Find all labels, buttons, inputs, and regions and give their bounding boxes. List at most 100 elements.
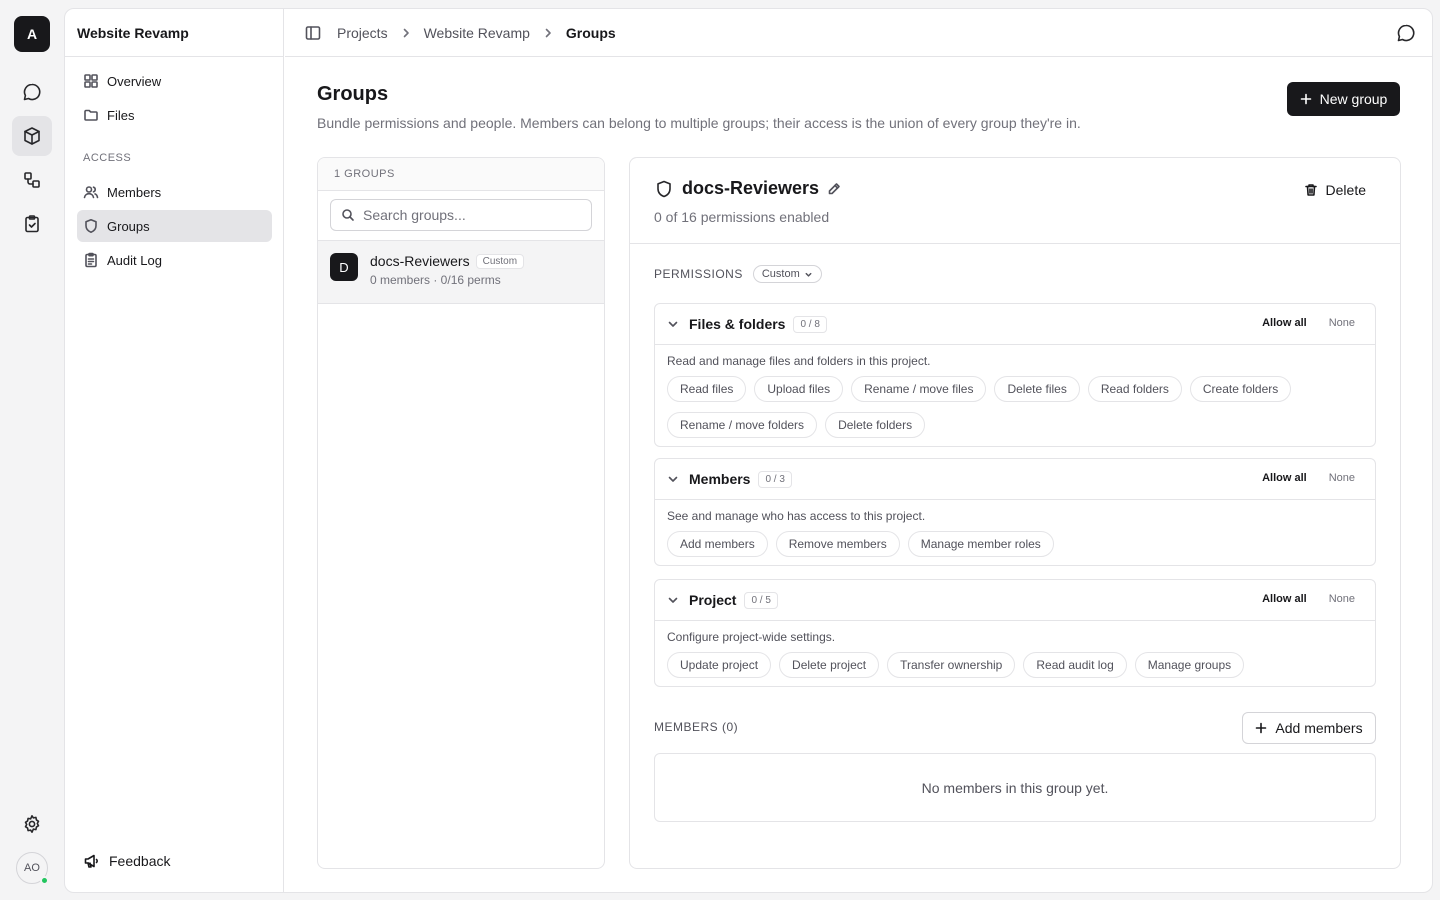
chevron-down-icon — [668, 476, 678, 482]
none-button[interactable]: None — [1329, 593, 1355, 605]
sidebar-item-files[interactable]: Files — [77, 99, 272, 131]
add-members-button[interactable]: Add members — [1242, 712, 1376, 744]
group-name: docs-Reviewers — [370, 253, 470, 269]
permission-chip[interactable]: Manage groups — [1134, 652, 1245, 678]
permission-chip[interactable]: Read folders — [1087, 376, 1182, 402]
top-bar: Projects Website Revamp Groups — [285, 9, 1432, 57]
sidebar-item-label: Audit Log — [107, 252, 162, 268]
search-input[interactable] — [363, 207, 583, 223]
sidebar-item-label: Members — [107, 184, 162, 200]
permission-mode-select[interactable]: Custom — [752, 265, 822, 283]
permission-group-header[interactable]: Project 0 / 5 Allow all None — [655, 580, 1375, 621]
permission-chip[interactable]: Rename / move files — [851, 376, 987, 402]
new-group-label: New group — [1319, 91, 1388, 107]
chevron-down-icon — [805, 272, 812, 277]
users-icon — [83, 186, 99, 199]
chevron-down-icon — [668, 597, 678, 603]
breadcrumb-projects[interactable]: Projects — [337, 25, 388, 41]
groups-list-panel: 1 GROUPS D docs-Reviewers Custom 0 membe… — [317, 157, 605, 869]
permission-chip[interactable]: Read audit log — [1023, 652, 1127, 678]
project-title: Website Revamp — [65, 9, 283, 57]
permission-chip[interactable]: Delete project — [779, 652, 880, 678]
user-avatar[interactable]: AO — [16, 852, 49, 885]
new-group-button[interactable]: New group — [1287, 82, 1400, 116]
sidebar-item-members[interactable]: Members — [77, 176, 272, 208]
permission-group-files: Files & folders 0 / 8 Allow all None Rea… — [654, 303, 1376, 447]
permission-group-description: See and manage who has access to this pr… — [667, 509, 926, 523]
feedback-label: Feedback — [109, 853, 171, 869]
group-meta: 0 members · 0/16 perms — [370, 273, 501, 287]
permission-group-header[interactable]: Files & folders 0 / 8 Allow all None — [655, 304, 1375, 345]
none-button[interactable]: None — [1329, 472, 1355, 484]
breadcrumb-project[interactable]: Website Revamp — [424, 25, 530, 41]
permission-group-project: Project 0 / 5 Allow all None Configure p… — [654, 579, 1376, 687]
permission-chip[interactable]: Delete files — [994, 376, 1080, 402]
megaphone-icon — [84, 854, 98, 868]
permission-chip[interactable]: Read files — [667, 376, 747, 402]
permission-group-description: Configure project-wide settings. — [667, 630, 836, 644]
sidebar-section-access: ACCESS — [83, 152, 132, 164]
permission-chip[interactable]: Manage member roles — [907, 531, 1054, 557]
permission-chip[interactable]: Upload files — [754, 376, 844, 402]
permission-chip[interactable]: Delete folders — [825, 412, 926, 438]
sidebar-toggle-icon[interactable] — [305, 25, 321, 41]
permission-group-title: Files & folders — [689, 316, 786, 332]
shield-icon — [657, 180, 671, 197]
permission-chip[interactable]: Update project — [667, 652, 772, 678]
allow-all-button[interactable]: Allow all — [1262, 472, 1307, 484]
sidebar-item-label: Files — [107, 107, 135, 123]
chat-icon[interactable] — [12, 72, 52, 112]
permissions-label: PERMISSIONS — [654, 267, 743, 281]
permission-group-title: Project — [689, 592, 737, 608]
permission-chip[interactable]: Transfer ownership — [887, 652, 1016, 678]
group-avatar: D — [330, 253, 358, 281]
page-subtitle: Bundle permissions and people. Members c… — [317, 115, 1081, 131]
permission-group-header[interactable]: Members 0 / 3 Allow all None — [655, 459, 1375, 500]
page-title: Groups — [317, 83, 389, 105]
workspace-logo[interactable]: A — [14, 16, 50, 52]
plus-icon — [1256, 722, 1267, 734]
sidebar-item-audit-log[interactable]: Audit Log — [77, 244, 272, 276]
allow-all-button[interactable]: Allow all — [1262, 317, 1307, 329]
delete-label: Delete — [1325, 182, 1366, 198]
groups-count: 1 GROUPS — [318, 158, 604, 191]
none-button[interactable]: None — [1329, 317, 1355, 329]
permission-chip[interactable]: Create folders — [1189, 376, 1292, 402]
clipboard-list-icon — [85, 252, 97, 268]
members-empty-state: No members in this group yet. — [654, 753, 1376, 822]
group-type-badge: Custom — [475, 253, 525, 269]
sidebar-item-overview[interactable]: Overview — [77, 65, 272, 97]
group-detail-panel: docs-Reviewers 0 of 16 permissions enabl… — [629, 157, 1401, 869]
group-search-field[interactable] — [330, 199, 592, 231]
permission-chip[interactable]: Rename / move folders — [667, 412, 818, 438]
chat-bubble-icon[interactable] — [1396, 23, 1416, 43]
sidebar-item-label: Groups — [107, 218, 150, 234]
plus-icon — [1300, 93, 1311, 105]
sidebar-item-groups[interactable]: Groups — [77, 210, 272, 242]
avatar-initials: AO — [24, 862, 40, 874]
edit-pencil-icon[interactable] — [827, 182, 841, 196]
app-rail: A AO — [0, 0, 64, 900]
trash-icon — [1304, 184, 1317, 196]
permission-mode-value: Custom — [761, 268, 800, 280]
permission-group-members: Members 0 / 3 Allow all None See and man… — [654, 458, 1376, 566]
group-list-item[interactable]: D docs-Reviewers Custom 0 members · 0/16… — [318, 241, 604, 304]
box-icon[interactable] — [12, 116, 52, 156]
clipboard-check-icon[interactable] — [12, 204, 52, 244]
permission-chip[interactable]: Add members — [667, 531, 768, 557]
permission-group-count: 0 / 8 — [793, 315, 827, 333]
feedback-button[interactable]: Feedback — [83, 852, 170, 870]
sidebar-item-label: Overview — [107, 73, 162, 89]
chevron-right-icon — [403, 28, 409, 37]
permission-group-title: Members — [689, 471, 751, 487]
main-window: Website Revamp Overview Files ACCESS Mem… — [64, 8, 1433, 893]
chevron-down-icon — [668, 321, 678, 327]
add-members-label: Add members — [1275, 720, 1363, 736]
delete-group-button[interactable]: Delete — [1290, 178, 1380, 202]
permission-chip[interactable]: Remove members — [775, 531, 900, 557]
allow-all-button[interactable]: Allow all — [1262, 593, 1307, 605]
workflow-icon[interactable] — [12, 160, 52, 200]
gear-icon[interactable] — [12, 804, 52, 844]
group-title: docs-Reviewers — [682, 178, 820, 198]
shield-icon — [85, 219, 97, 233]
